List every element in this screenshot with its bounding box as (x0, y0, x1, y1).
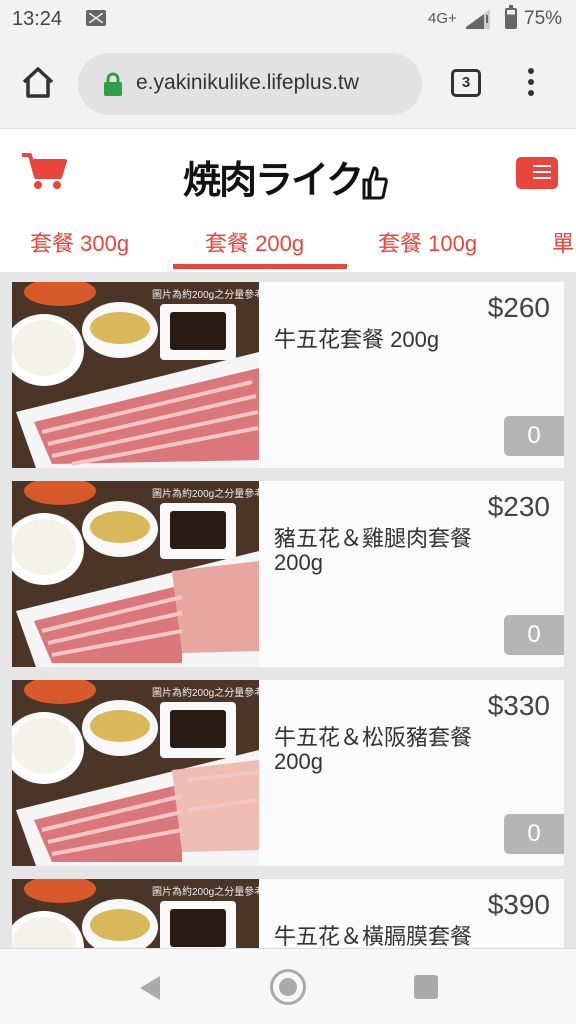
tab-single[interactable]: 單 (552, 226, 574, 258)
product-image (12, 680, 259, 866)
product-card[interactable]: 圖片為約200g之分量參考 $390 牛五花＆橫膈膜套餐 (12, 879, 564, 948)
lock-icon (104, 72, 122, 96)
product-image (12, 282, 259, 468)
status-time: 13:24 (12, 8, 63, 30)
meal-photo (12, 680, 259, 866)
app-header: 焼肉ライク (0, 128, 576, 214)
category-tabs: 套餐 300g 套餐 200g 套餐 100g 單 (0, 214, 576, 272)
battery-level: 75% (524, 8, 563, 29)
quantity-badge[interactable]: 0 (504, 814, 564, 854)
more-menu-icon[interactable] (520, 66, 542, 102)
product-name: 豬五花＆雞腿肉套餐 200g (274, 526, 473, 575)
status-bar: 13:24 4G+ 75% (0, 0, 576, 40)
product-name: 牛五花套餐 200g (274, 327, 440, 352)
cart-icon[interactable] (20, 151, 68, 191)
browser-toolbar: e.yakinikulike.lifeplus.tw 3 (0, 40, 576, 128)
product-price: $260 (487, 292, 550, 323)
home-icon[interactable] (18, 62, 58, 102)
menu-list-button[interactable] (516, 157, 558, 189)
product-price: $390 (487, 889, 550, 920)
quantity-badge[interactable]: 0 (504, 416, 564, 456)
gmail-icon (86, 10, 106, 26)
recent-apps-icon[interactable] (414, 975, 438, 999)
tab-set-300g[interactable]: 套餐 300g (30, 226, 129, 258)
signal-icon (466, 9, 490, 29)
product-price: $230 (487, 491, 550, 522)
back-icon[interactable] (138, 975, 162, 1001)
product-card[interactable]: 圖片為約200g之分量參考 $330 牛五花＆松阪豬套餐 200g 0 (12, 680, 564, 866)
product-image (12, 481, 259, 667)
meal-photo (12, 282, 259, 468)
battery-icon (505, 5, 517, 29)
system-nav-bar (0, 948, 576, 1024)
brand-logo[interactable]: 焼肉ライク (183, 149, 389, 204)
thumbs-up-icon (362, 165, 389, 199)
network-label: 4G+ (428, 10, 457, 27)
image-note: 圖片為約200g之分量參考 (152, 887, 265, 898)
home-nav-icon[interactable] (270, 969, 306, 1005)
product-name: 牛五花＆松阪豬套餐 200g (274, 725, 473, 774)
tab-set-100g[interactable]: 套餐 100g (378, 226, 477, 258)
image-note: 圖片為約200g之分量參考 (152, 290, 265, 301)
image-note: 圖片為約200g之分量參考 (152, 489, 265, 500)
tab-switcher-button[interactable]: 3 (451, 69, 481, 97)
address-bar[interactable]: e.yakinikulike.lifeplus.tw (78, 53, 422, 115)
product-price: $330 (487, 690, 550, 721)
product-card[interactable]: 圖片為約200g之分量參考 $260 牛五花套餐 200g 0 (12, 282, 564, 468)
product-list: 圖片為約200g之分量參考 $260 牛五花套餐 200g 0 圖片為約200g… (0, 272, 576, 948)
product-card[interactable]: 圖片為約200g之分量參考 $230 豬五花＆雞腿肉套餐 200g 0 (12, 481, 564, 667)
image-note: 圖片為約200g之分量參考 (152, 688, 265, 699)
url-text: e.yakinikulike.lifeplus.tw (136, 71, 359, 94)
logo-text: 焼肉ライク (183, 158, 364, 202)
quantity-badge[interactable]: 0 (504, 615, 564, 655)
meal-photo (12, 481, 259, 667)
tab-set-200g[interactable]: 套餐 200g (205, 226, 304, 258)
active-tab-indicator (173, 264, 347, 269)
product-name: 牛五花＆橫膈膜套餐 (274, 924, 473, 949)
